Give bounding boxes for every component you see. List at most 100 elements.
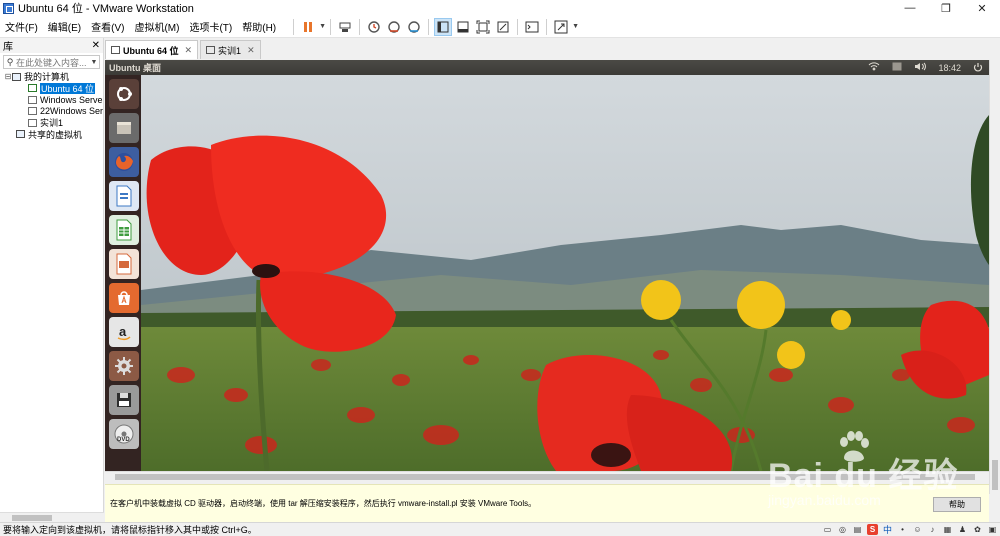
libreoffice-writer-icon[interactable]: [109, 181, 139, 211]
library-horizontal-scrollbar[interactable]: [0, 512, 104, 522]
send-ctrl-alt-del-button[interactable]: [336, 18, 354, 36]
close-library-button[interactable]: ✕: [92, 40, 100, 51]
dvd-icon[interactable]: DVD: [109, 419, 139, 449]
scrollbar-thumb[interactable]: [115, 474, 975, 480]
thumbnail-bar-button[interactable]: [454, 18, 472, 36]
network-icon[interactable]: [868, 62, 880, 73]
clock[interactable]: 18:42: [938, 63, 961, 73]
snapshot-manager-button[interactable]: [405, 18, 423, 36]
tree-item-shared-vms[interactable]: 共享的虚拟机: [0, 129, 103, 141]
menu-edit[interactable]: 编辑(E): [43, 19, 86, 34]
menu-view[interactable]: 查看(V): [86, 19, 129, 34]
stretch-icon: [554, 20, 568, 33]
ime-mode-indicator[interactable]: 中: [882, 524, 893, 535]
unity-mode-button[interactable]: [494, 18, 512, 36]
system-settings-icon[interactable]: [109, 351, 139, 381]
vm-running-icon: [28, 84, 37, 93]
vm-icon: [28, 95, 37, 104]
tab-shixun1[interactable]: 实训1 ✕: [200, 40, 261, 59]
revert-snapshot-button[interactable]: [385, 18, 403, 36]
desktop-wallpaper: [141, 75, 989, 471]
cd-drive-icon[interactable]: ◎: [837, 524, 848, 535]
dash-home-icon[interactable]: [109, 79, 139, 109]
tree-item-label: 22Windows Server: [40, 106, 103, 117]
network-adapter-icon[interactable]: ▤: [852, 524, 863, 535]
menu-vm[interactable]: 虚拟机(M): [129, 19, 184, 34]
close-tab-icon[interactable]: ✕: [247, 45, 255, 56]
tree-item-22windows-server[interactable]: 22Windows Server: [0, 106, 103, 118]
maximize-button[interactable]: ❐: [928, 0, 964, 16]
show-library-button[interactable]: [434, 17, 453, 36]
scrollbar-thumb[interactable]: [12, 514, 52, 521]
library-header: 库 ✕: [0, 38, 103, 53]
menu-file[interactable]: 文件(F): [0, 19, 43, 34]
firefox-icon[interactable]: [109, 147, 139, 177]
save-disk-icon[interactable]: [109, 385, 139, 415]
toolbar-separator: [359, 18, 361, 35]
search-dropdown-icon[interactable]: ▼: [89, 59, 99, 66]
keyboard-send-icon: [339, 22, 351, 32]
emoji-icon[interactable]: ☺: [912, 524, 923, 535]
sogou-ime-icon[interactable]: S: [867, 524, 878, 535]
toolbox-icon[interactable]: ▣: [987, 524, 998, 535]
pause-icon: [304, 21, 313, 32]
scrollbar-thumb[interactable]: [992, 460, 998, 490]
window-controls: — ❐ ✕: [892, 0, 1000, 16]
ubuntu-software-icon[interactable]: [109, 283, 139, 313]
libreoffice-impress-icon[interactable]: [109, 249, 139, 279]
tree-item-windows-server[interactable]: Windows Server: [0, 94, 103, 106]
user-icon[interactable]: ♟: [957, 524, 968, 535]
status-bar: 要将输入定向到该虚拟机，请将鼠标指针移入其中或按 Ctrl+G。 ▭ ◎ ▤ S…: [0, 522, 1000, 536]
infobar-message: 在客户机中装载虚拟 CD 驱动器，启动终端，使用 tar 解压缩安装程序，然后执…: [110, 499, 537, 508]
poppy-field-photo: [141, 75, 989, 471]
tree-item-shixun1[interactable]: 实训1: [0, 117, 103, 129]
vm-icon: [28, 107, 37, 116]
skin-icon[interactable]: ✿: [972, 524, 983, 535]
keyboard-indicator-icon[interactable]: [892, 62, 902, 73]
collapse-icon[interactable]: ⊟: [4, 72, 12, 81]
amazon-icon[interactable]: a: [109, 317, 139, 347]
menu-tabs[interactable]: 选项卡(T): [184, 19, 237, 34]
menu-help[interactable]: 帮助(H): [237, 19, 281, 34]
close-tab-icon[interactable]: ✕: [185, 45, 193, 56]
console-view-button[interactable]: [523, 18, 541, 36]
vm-tab-icon: [111, 46, 120, 54]
svg-text:a: a: [119, 324, 127, 339]
ubuntu-top-panel: Ubuntu 桌面 18:42: [105, 60, 989, 75]
tree-item-label: Windows Server: [40, 94, 103, 105]
horizontal-scrollbar[interactable]: [105, 471, 989, 482]
take-snapshot-button[interactable]: [365, 18, 383, 36]
vmware-tools-infobar: 在客户机中装载虚拟 CD 驱动器，启动终端，使用 tar 解压缩安装程序，然后执…: [105, 484, 989, 522]
stretch-guest-button[interactable]: [552, 18, 570, 36]
revert-snapshot-icon: [388, 20, 400, 33]
tab-ubuntu[interactable]: Ubuntu 64 位 ✕: [105, 40, 199, 59]
minimize-button[interactable]: —: [892, 0, 928, 16]
keyboard-icon[interactable]: ▦: [942, 524, 953, 535]
unity-icon: [497, 21, 509, 32]
thumbnail-layout-icon: [457, 21, 469, 32]
shared-vm-icon: [16, 130, 25, 139]
vertical-scrollbar[interactable]: [989, 60, 1000, 494]
tree-item-label: 实训1: [40, 118, 64, 129]
microphone-icon[interactable]: ♪: [927, 524, 938, 535]
vm-console[interactable]: Ubuntu 桌面 18:42 a DVD: [105, 60, 989, 471]
punctuation-icon[interactable]: •: [897, 524, 908, 535]
tree-item-my-computer[interactable]: ⊟ 我的计算机: [0, 71, 103, 83]
toolbar-separator: [546, 18, 548, 35]
libreoffice-calc-icon[interactable]: [109, 215, 139, 245]
toolbar-separator: [428, 18, 430, 35]
library-search-input[interactable]: ⚲ 在此处键入内容... ▼: [3, 55, 100, 69]
full-screen-button[interactable]: [474, 18, 492, 36]
system-menu-icon[interactable]: [973, 62, 983, 74]
hard-disk-icon[interactable]: ▭: [822, 524, 833, 535]
window-title: Ubuntu 64 位 - VMware Workstation: [18, 3, 194, 15]
computer-icon: [12, 72, 21, 81]
stretch-dropdown-arrow[interactable]: ▼: [572, 23, 579, 30]
help-button[interactable]: 帮助: [933, 497, 981, 512]
power-dropdown-arrow[interactable]: ▼: [319, 23, 326, 30]
files-icon[interactable]: [109, 113, 139, 143]
pause-vm-button[interactable]: [299, 18, 317, 36]
close-window-button[interactable]: ✕: [964, 0, 1000, 16]
volume-icon[interactable]: [914, 62, 927, 73]
tree-item-ubuntu[interactable]: Ubuntu 64 位: [0, 82, 103, 94]
